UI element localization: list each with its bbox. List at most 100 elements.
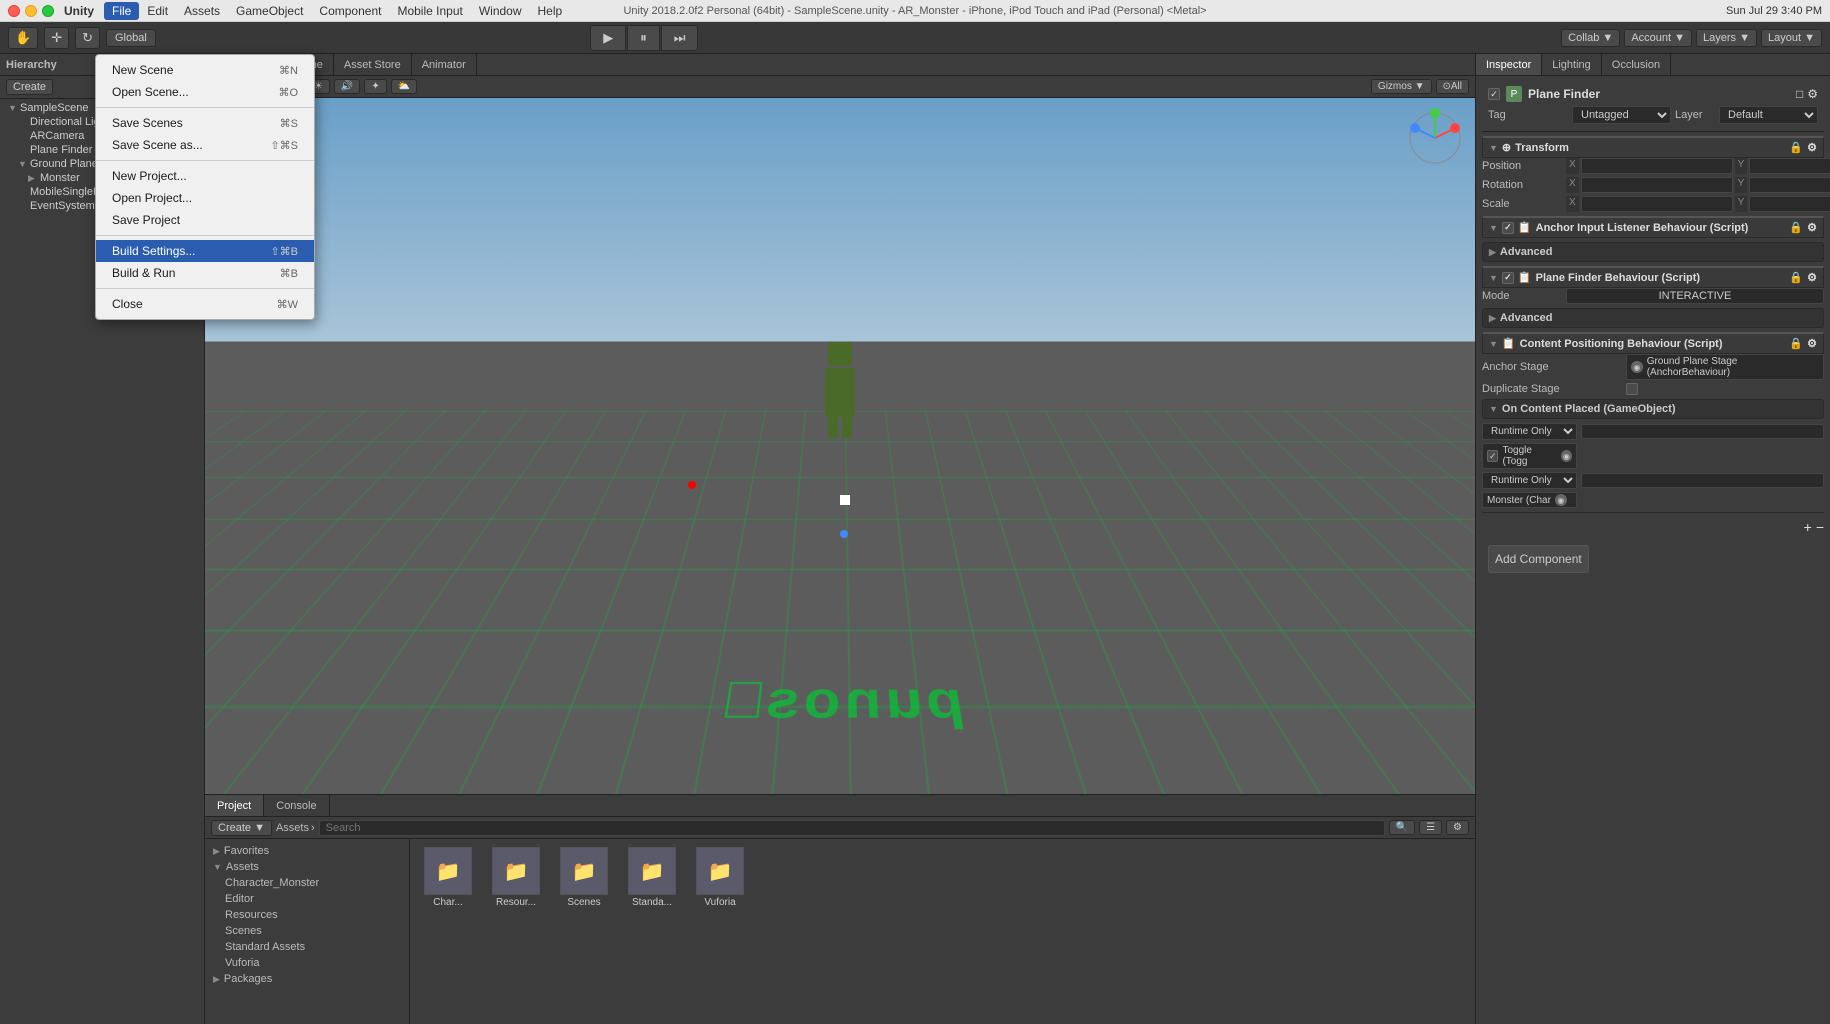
rot-y-input[interactable]: 0 (1749, 177, 1830, 193)
plane-finder-settings-icon[interactable]: ⚙ (1807, 271, 1817, 284)
pos-y-input[interactable]: 0 (1749, 158, 1830, 174)
anchor-input-checkbox[interactable]: ✓ (1502, 222, 1514, 234)
layers-dropdown[interactable]: Layers ▼ (1696, 29, 1757, 47)
animator-tab[interactable]: Animator (412, 54, 477, 75)
menu-file[interactable]: File (104, 2, 139, 20)
menu-save-scene-as[interactable]: Save Scene as... ⇧⌘S (96, 134, 314, 156)
menu-build-run[interactable]: Build & Run ⌘B (96, 262, 314, 284)
menu-save-scenes[interactable]: Save Scenes ⌘S (96, 112, 314, 134)
content-pos-section[interactable]: ▼ 📋 Content Positioning Behaviour (Scrip… (1482, 332, 1824, 354)
menu-open-project[interactable]: Open Project... (96, 187, 314, 209)
menu-build-settings[interactable]: Build Settings... ⇧⌘B (96, 240, 314, 262)
inspector-tab[interactable]: Inspector (1476, 54, 1542, 75)
sky-btn[interactable]: ⛅ (391, 79, 417, 94)
menu-open-scene[interactable]: Open Scene... ⌘O (96, 81, 314, 103)
project-create-btn[interactable]: Create ▼ (211, 820, 272, 836)
anchor-input-settings-icon[interactable]: ⚙ (1807, 221, 1817, 234)
console-tab[interactable]: Console (264, 795, 329, 816)
rotate-tool-btn[interactable]: ↻ (75, 27, 100, 49)
hierarchy-create-btn[interactable]: Create (6, 79, 53, 95)
asset-standa[interactable]: 📁 Standa... (622, 847, 682, 908)
asset-char[interactable]: 📁 Char... (418, 847, 478, 908)
advanced-section-1[interactable]: ▶ Advanced (1482, 242, 1824, 262)
menu-new-project[interactable]: New Project... (96, 165, 314, 187)
pos-x-input[interactable]: 0 (1581, 158, 1733, 174)
plane-finder-section[interactable]: ▼ ✓ 📋 Plane Finder Behaviour (Script) 🔒 … (1482, 266, 1824, 288)
menu-mobile-input[interactable]: Mobile Input (389, 2, 470, 20)
on-content-placed-section[interactable]: ▼ On Content Placed (GameObject) (1482, 399, 1824, 419)
occlusion-tab[interactable]: Occlusion (1602, 54, 1671, 75)
transform-lock-icon[interactable]: 🔒 (1789, 141, 1803, 154)
search-btn[interactable]: 🔍 (1389, 820, 1415, 835)
runtime-dropdown-2[interactable]: Runtime Only (1482, 472, 1577, 489)
plus-icon[interactable]: + (1804, 519, 1812, 535)
tag-dropdown[interactable]: Untagged (1572, 106, 1671, 124)
move-tool-btn[interactable]: ✛ (44, 27, 69, 49)
scenes-item[interactable]: Scenes (205, 923, 409, 939)
asset-store-tab[interactable]: Asset Store (334, 54, 412, 75)
inspector-options-icon[interactable]: ⚙ (1807, 87, 1818, 101)
toggle-obj-checkbox[interactable]: ✓ (1487, 450, 1498, 462)
menu-new-scene[interactable]: New Scene ⌘N (96, 59, 314, 81)
close-btn[interactable] (8, 5, 20, 17)
gizmos-btn[interactable]: Gizmos ▼ (1371, 79, 1432, 94)
add-component-button[interactable]: Add Component (1488, 545, 1589, 573)
asset-search-input[interactable] (319, 820, 1385, 836)
step-button[interactable]: ⏭ (661, 25, 699, 51)
sound-btn[interactable]: 🔊 (334, 79, 360, 94)
scale-y-input[interactable]: 1 (1749, 196, 1830, 212)
all-btn[interactable]: ⊙All (1436, 79, 1470, 94)
plane-finder-lock-icon[interactable]: 🔒 (1789, 271, 1803, 284)
char-monster-item[interactable]: Character_Monster (205, 875, 409, 891)
fx-btn[interactable]: ✦ (364, 79, 386, 94)
menu-edit[interactable]: Edit (139, 2, 176, 20)
asset-vuforia[interactable]: 📁 Vuforia (690, 847, 750, 908)
asset-resour[interactable]: 📁 Resour... (486, 847, 546, 908)
minus-icon[interactable]: − (1816, 519, 1824, 535)
anchor-input-section[interactable]: ▼ ✓ 📋 Anchor Input Listener Behaviour (S… (1482, 216, 1824, 238)
place-char-field[interactable]: CharacterController.PlaceCharacter (1581, 473, 1824, 488)
project-tab[interactable]: Project (205, 795, 264, 816)
maximize-btn[interactable] (42, 5, 54, 17)
advanced-section-2[interactable]: ▶ Advanced (1482, 308, 1824, 328)
menu-help[interactable]: Help (530, 2, 571, 20)
menu-close[interactable]: Close ⌘W (96, 293, 314, 315)
minimize-btn[interactable] (25, 5, 37, 17)
layer-dropdown[interactable]: Default (1719, 106, 1818, 124)
scale-x-input[interactable]: 1 (1581, 196, 1733, 212)
standard-assets-item[interactable]: Standard Assets (205, 939, 409, 955)
global-btn[interactable]: Global (106, 29, 156, 47)
toggle-ison-field[interactable]: Toggle.isOn (1581, 424, 1824, 439)
filter-btn[interactable]: ☰ (1419, 820, 1442, 835)
transform-section[interactable]: ▼ ⊕ Transform 🔒 ⚙ (1482, 136, 1824, 158)
play-button[interactable]: ▶ (590, 25, 626, 51)
account-dropdown[interactable]: Account ▼ (1624, 29, 1692, 47)
packages-item[interactable]: ▶ Packages (205, 971, 409, 987)
assets-section[interactable]: ▼ Assets (205, 859, 409, 875)
duplicate-stage-checkbox[interactable] (1626, 383, 1638, 395)
settings-btn[interactable]: ⚙ (1446, 820, 1469, 835)
content-pos-lock-icon[interactable]: 🔒 (1789, 337, 1803, 350)
vuforia-item[interactable]: Vuforia (205, 955, 409, 971)
menu-gameobject[interactable]: GameObject (228, 2, 311, 20)
runtime-dropdown-1[interactable]: Runtime Only (1482, 423, 1577, 440)
asset-scenes[interactable]: 📁 Scenes (554, 847, 614, 908)
resources-item[interactable]: Resources (205, 907, 409, 923)
rot-x-input[interactable]: 0 (1581, 177, 1733, 193)
menu-window[interactable]: Window (471, 2, 530, 20)
favorites-section[interactable]: ▶ Favorites (205, 843, 409, 859)
collab-dropdown[interactable]: Collab ▼ (1561, 29, 1620, 47)
menu-save-project[interactable]: Save Project (96, 209, 314, 231)
component-active-checkbox[interactable]: ✓ (1488, 88, 1500, 100)
editor-item[interactable]: Editor (205, 891, 409, 907)
menu-assets[interactable]: Assets (176, 2, 228, 20)
lighting-tab[interactable]: Lighting (1542, 54, 1602, 75)
transform-settings-icon[interactable]: ⚙ (1807, 141, 1817, 154)
pause-button[interactable]: ⏸ (627, 25, 660, 51)
scene-viewport[interactable]: punos⃠ (205, 98, 1475, 794)
plane-finder-checkbox[interactable]: ✓ (1502, 272, 1514, 284)
hand-tool-btn[interactable]: ✋ (8, 27, 38, 49)
content-pos-settings-icon[interactable]: ⚙ (1807, 337, 1817, 350)
anchor-input-lock-icon[interactable]: 🔒 (1789, 221, 1803, 234)
menu-component[interactable]: Component (311, 2, 389, 20)
